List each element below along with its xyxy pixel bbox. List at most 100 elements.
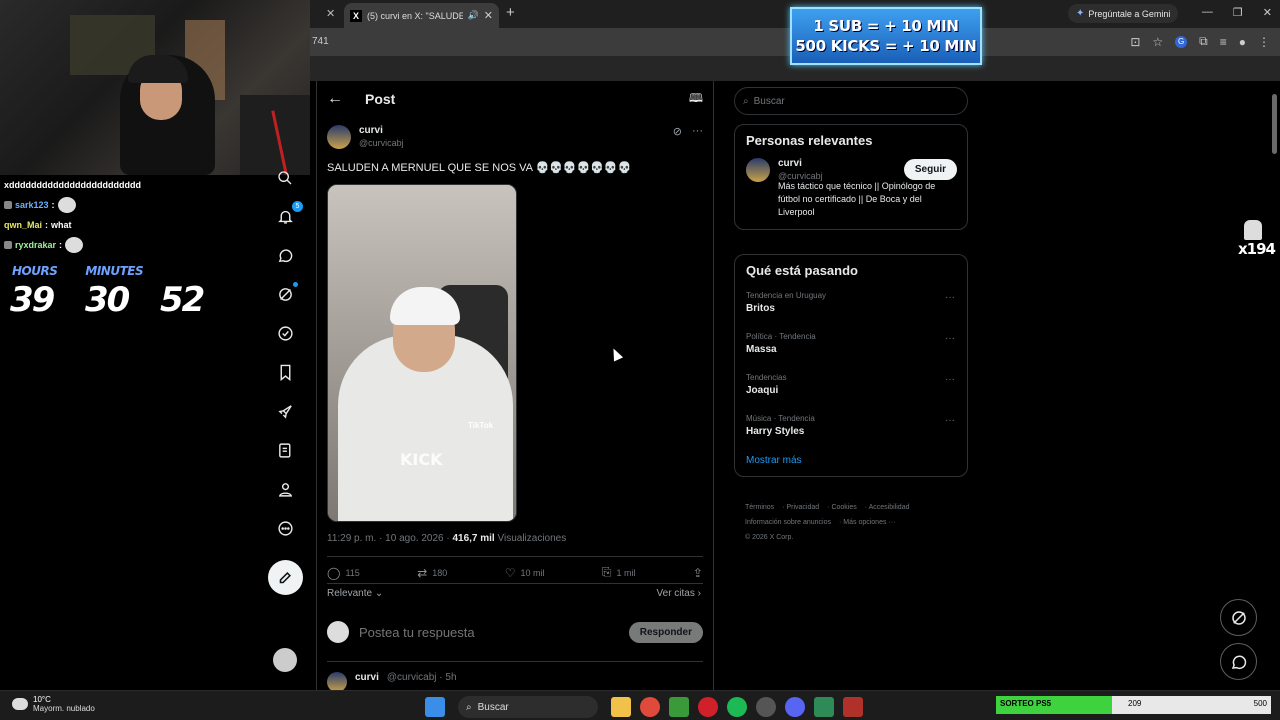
close-icon[interactable]: ✕: [484, 9, 493, 22]
show-more-link[interactable]: Mostrar más: [735, 450, 967, 476]
reply-button[interactable]: ◯ 115: [327, 565, 360, 580]
reply-meta: @curvicabj · 5h: [386, 672, 457, 683]
extension-icon[interactable]: ⧉: [1199, 34, 1208, 49]
toolbar-icons: ⊡ ☆ G ⧉ ≡ ● ⋮: [1130, 34, 1270, 49]
like-button[interactable]: ♡ 10 mil: [505, 565, 545, 580]
taskbar: 10°C Mayorm. nublado ⌕ Buscar SORTEO PS5…: [0, 690, 1280, 720]
more-icon[interactable]: [274, 517, 296, 539]
lists-icon[interactable]: [274, 439, 296, 461]
maximize-icon[interactable]: ❐: [1233, 6, 1243, 19]
google-account-icon[interactable]: G: [1175, 35, 1188, 48]
page-title: Post: [365, 91, 396, 107]
footer-link[interactable]: Accesibilidad: [869, 504, 910, 511]
install-icon[interactable]: ⊡: [1130, 35, 1140, 49]
close-icon[interactable]: ✕: [326, 7, 335, 20]
sort-dropdown[interactable]: Relevante ⌄: [327, 588, 383, 599]
relevant-user[interactable]: curvi @curvicabj Seguir: [735, 156, 967, 190]
author-handle[interactable]: @curvicabj: [359, 138, 404, 148]
media-icon[interactable]: ≡: [1220, 35, 1227, 49]
post-author[interactable]: curvi @curvicabj: [327, 125, 404, 149]
weather-widget[interactable]: 10°C Mayorm. nublado: [12, 695, 95, 713]
discord-icon[interactable]: [785, 697, 805, 717]
rocket-icon[interactable]: [274, 400, 296, 422]
compose-button[interactable]: [268, 560, 303, 595]
trend-item[interactable]: Política · Tendencia Massa ···: [735, 327, 967, 368]
subathon-timer-labels: HOURS MINUTES: [12, 264, 144, 278]
user-name[interactable]: curvi: [778, 158, 823, 169]
footer-link[interactable]: Cookies: [831, 504, 856, 511]
footer-link[interactable]: Más opciones ···: [843, 519, 895, 526]
profile-icon[interactable]: ●: [1239, 35, 1246, 49]
follow-button[interactable]: Seguir: [903, 159, 957, 180]
app-icon[interactable]: [814, 697, 834, 717]
new-tab-icon[interactable]: +: [506, 4, 515, 21]
windows-start-icon[interactable]: [425, 697, 445, 717]
bookmarks-icon[interactable]: [274, 361, 296, 383]
grok-icon: [1231, 610, 1246, 625]
share-button[interactable]: ⇪: [693, 565, 703, 580]
more-options-icon[interactable]: ···: [945, 292, 955, 303]
opera-icon[interactable]: [698, 697, 718, 717]
search-box[interactable]: ⌕ Buscar: [734, 87, 968, 115]
reader-mode-icon[interactable]: 🕮: [689, 89, 703, 110]
profile-icon[interactable]: [274, 478, 296, 500]
user-handle[interactable]: @curvicabj: [778, 171, 823, 181]
more-options-icon[interactable]: ···: [945, 415, 955, 426]
avatar[interactable]: [327, 125, 351, 149]
grok-icon[interactable]: [274, 282, 298, 305]
star-icon[interactable]: ☆: [1152, 35, 1163, 49]
minecraft-icon[interactable]: [669, 697, 689, 717]
footer-link[interactable]: Términos: [745, 504, 774, 511]
search-icon[interactable]: [274, 167, 296, 189]
timer-minutes: 30: [85, 280, 130, 320]
author-name[interactable]: curvi: [359, 125, 404, 136]
tab-previous[interactable]: ✕: [310, 4, 340, 26]
reply-item[interactable]: curvi @curvicabj · 5h: [327, 672, 457, 690]
trend-item[interactable]: Música · Tendencia Harry Styles ···: [735, 409, 967, 450]
reply-author[interactable]: curvi: [355, 672, 379, 690]
menu-icon[interactable]: ⋮: [1258, 35, 1270, 49]
quotes-link[interactable]: Ver citas ›: [657, 588, 701, 599]
sub-banner: 1 SUB = + 10 MIN 500 KICKS = + 10 MIN: [790, 7, 982, 65]
url-text[interactable]: 741: [312, 36, 329, 47]
emote-icon: [57, 197, 76, 213]
sound-icon[interactable]: 🔊: [468, 10, 479, 21]
grok-float-button[interactable]: [1220, 599, 1257, 636]
grok-icon[interactable]: ⊘: [673, 125, 682, 138]
chat-username: sark123: [15, 200, 49, 210]
window-close-icon[interactable]: ✕: [1263, 6, 1272, 19]
avatar[interactable]: [327, 672, 347, 690]
gemini-button[interactable]: ✦ Pregúntale a Gemini: [1068, 4, 1179, 23]
notifications-icon[interactable]: 5: [274, 201, 303, 227]
trend-item[interactable]: Tendencias Joaqui ···: [735, 368, 967, 409]
account-avatar[interactable]: [273, 648, 297, 672]
search-input[interactable]: Buscar: [754, 96, 785, 107]
reply-submit-button[interactable]: Responder: [628, 621, 703, 643]
minimize-icon[interactable]: —: [1202, 6, 1213, 19]
trend-item[interactable]: Tendencia en Uruguay Britos ···: [735, 286, 967, 327]
post-video[interactable]: TikTok KICK: [327, 184, 517, 522]
footer-link[interactable]: Privacidad: [786, 504, 819, 511]
more-options-icon[interactable]: ···: [945, 333, 955, 344]
file-explorer-icon[interactable]: [611, 697, 631, 717]
obs-icon[interactable]: [843, 697, 863, 717]
spotify-icon[interactable]: [727, 697, 747, 717]
more-options-icon[interactable]: ···: [692, 125, 703, 138]
repost-button[interactable]: ⇄ 180: [417, 565, 447, 580]
steam-icon[interactable]: [756, 697, 776, 717]
verified-icon[interactable]: [274, 322, 296, 344]
reply-input[interactable]: [359, 624, 619, 640]
scrollbar-thumb[interactable]: [1272, 94, 1277, 154]
tab-active[interactable]: X (5) curvi en X: "SALUDEN A MERNUEL QUE…: [344, 3, 499, 28]
more-options-icon[interactable]: ···: [945, 374, 955, 385]
post-header: ← Post 🕮: [317, 81, 713, 117]
scrollbar[interactable]: [1271, 82, 1277, 690]
chrome-icon[interactable]: [640, 697, 660, 717]
messages-float-button[interactable]: [1220, 643, 1257, 680]
taskbar-search[interactable]: ⌕ Buscar: [458, 696, 598, 718]
back-arrow-icon[interactable]: ←: [327, 90, 343, 108]
messages-icon[interactable]: [274, 244, 296, 266]
bookmark-button[interactable]: ⎘ 1 mil: [602, 565, 636, 580]
footer-link[interactable]: Información sobre anuncios: [745, 519, 831, 526]
avatar[interactable]: [746, 158, 770, 182]
